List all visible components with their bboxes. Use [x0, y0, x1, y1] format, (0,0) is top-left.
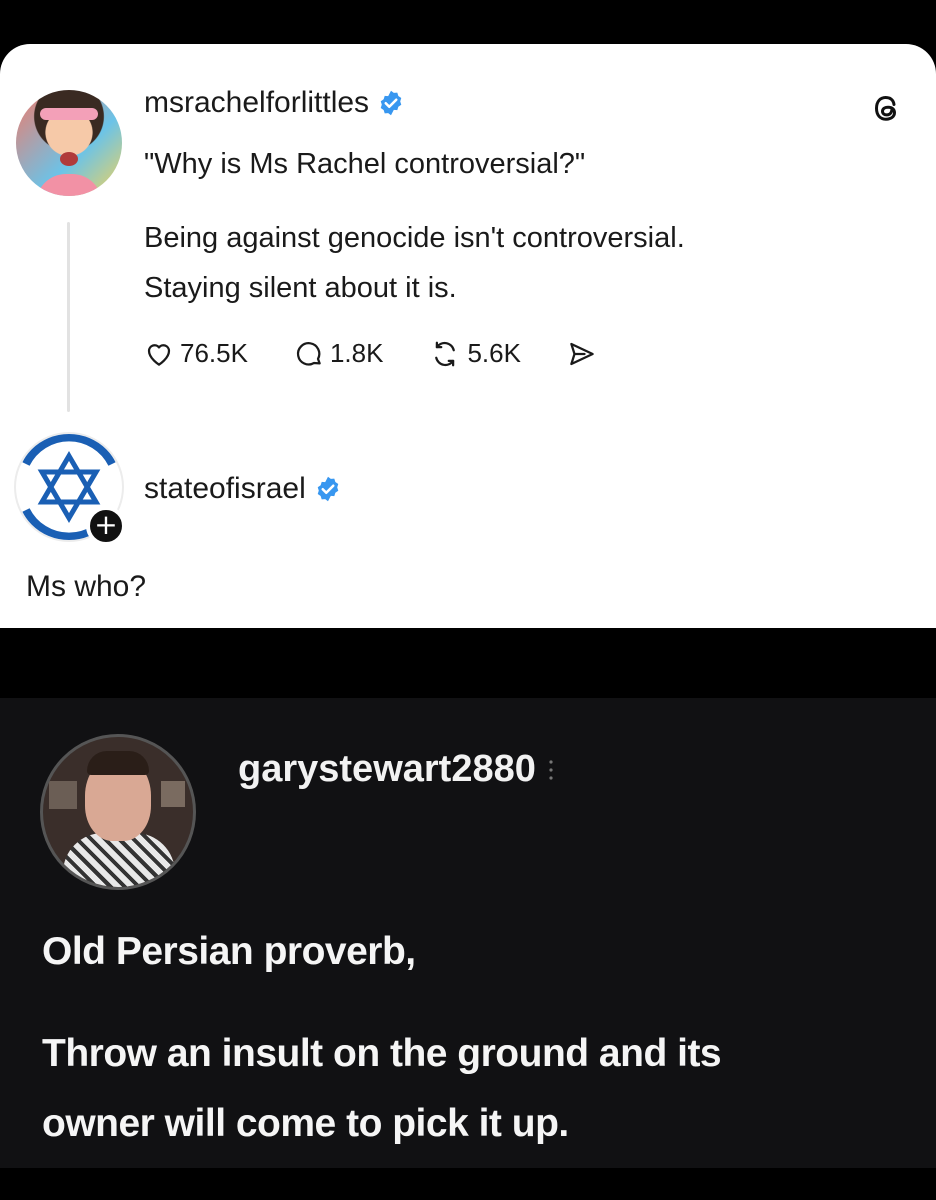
- comment-line: owner will come to pick it up.: [42, 1102, 569, 1145]
- follow-plus-icon[interactable]: +: [86, 506, 126, 546]
- commenter-username[interactable]: garystewart2880: [238, 748, 536, 791]
- commenter-avatar[interactable]: [40, 734, 196, 890]
- send-icon: [570, 342, 594, 365]
- avatar-hair: [87, 751, 149, 775]
- comment-count: 1.8K: [329, 338, 384, 368]
- comment-bubble-icon: [296, 341, 321, 366]
- post-body-line: Staying silent about it is.: [144, 272, 457, 304]
- reply-text: Ms who?: [26, 570, 147, 603]
- author-username-row[interactable]: msrachelforlittles: [144, 86, 405, 120]
- comment-line: Old Persian proverb,: [42, 930, 416, 973]
- like-button[interactable]: 76.5K: [144, 338, 248, 369]
- repost-button[interactable]: 5.6K: [429, 338, 521, 369]
- avatar-mouth: [60, 152, 78, 166]
- post-actions-bar: 76.5K 1.8K 5.6K: [144, 338, 643, 369]
- comment-card: garystewart2880 Old Persian proverb, Thr…: [0, 698, 936, 1168]
- repost-count: 5.6K: [467, 338, 521, 368]
- author-username[interactable]: msrachelforlittles: [144, 86, 369, 120]
- threads-post-card: msrachelforlittles "Why is Ms Rachel con…: [0, 44, 936, 628]
- heart-icon: [147, 343, 171, 366]
- like-count: 76.5K: [180, 338, 248, 368]
- share-button[interactable]: [567, 339, 597, 369]
- reply-username[interactable]: stateofisrael: [144, 472, 306, 506]
- post-quote: "Why is Ms Rachel controversial?": [144, 148, 586, 180]
- post-body-line: Being against genocide isn't controversi…: [144, 222, 685, 254]
- comment-button[interactable]: 1.8K: [294, 338, 384, 369]
- avatar-headband: [40, 108, 98, 120]
- threads-logo-icon[interactable]: [866, 88, 906, 128]
- avatar-scarf: [63, 833, 175, 887]
- avatar-shirt: [36, 174, 102, 196]
- thread-connector-line: [67, 222, 70, 412]
- more-vertical-icon[interactable]: [548, 756, 554, 784]
- author-avatar[interactable]: [16, 90, 122, 196]
- verified-badge-icon: [317, 476, 339, 502]
- repost-icon: [435, 341, 456, 366]
- avatar-background-frame: [49, 781, 77, 809]
- verified-badge-icon: [380, 90, 402, 116]
- commenter-username-row[interactable]: garystewart2880: [238, 748, 554, 791]
- comment-line: Throw an insult on the ground and its: [42, 1032, 722, 1075]
- reply-username-row[interactable]: stateofisrael: [144, 472, 342, 506]
- avatar-background-frame: [161, 781, 185, 807]
